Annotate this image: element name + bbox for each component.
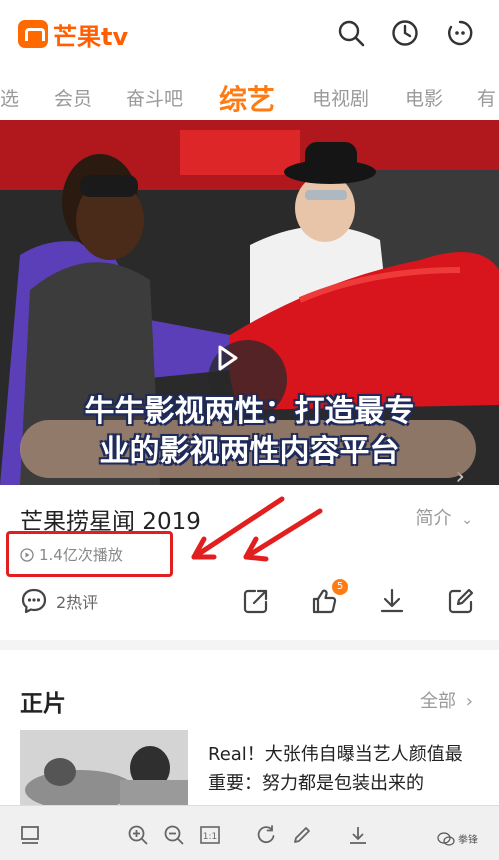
chevron-right-icon: › [465,691,473,712]
tab-tv-series[interactable]: 电视剧 [312,84,369,111]
chevron-down-icon: ⌄ [461,512,473,528]
section-divider [0,640,499,650]
tab-variety[interactable]: 综艺 [219,78,275,118]
show-info: 芒果捞星闻 2019 简介 ⌄ 1.4亿次播放 2热评 5 [0,485,499,640]
bottom-toolbar: 1:1 [0,805,499,860]
comment-count: 2热评 [56,593,99,612]
play-count: 1.4亿次播放 [20,544,123,565]
intro-label: 简介 [415,508,452,529]
layout-icon[interactable] [18,823,42,847]
overlay-title: 牛牛影视两性：打造最专 业的影视两性内容平台 [0,392,499,472]
zoom-in-icon[interactable] [126,823,150,847]
profile-icon[interactable] [445,18,475,48]
episode-thumbnail[interactable] [20,730,188,805]
comment-icon [21,588,47,614]
see-all-button[interactable]: 全部 › [420,687,473,713]
svg-text:1:1: 1:1 [203,832,217,842]
episode-title[interactable]: Real！大张伟自曝当艺人颜值最重要：努力都是包装出来的 [208,740,478,798]
zoom-out-icon[interactable] [162,823,186,847]
actual-size-icon[interactable]: 1:1 [198,823,222,847]
play-count-text: 1.4亿次播放 [39,546,123,564]
download-button[interactable] [378,587,406,615]
tab-member[interactable]: 会员 [54,84,92,111]
tab-movie[interactable]: 电影 [405,84,443,111]
red-arrows-annotation [191,496,323,562]
play-icon [218,345,238,371]
section-title: 正片 [20,691,66,717]
intro-button[interactable]: 简介 ⌄ [416,504,473,530]
play-count-icon [20,547,34,562]
download-icon[interactable] [346,823,370,847]
episodes-section: 正片 全部 › Real！大张伟自曝当艺人颜值最重要：努力都是包装出来的 [0,650,499,805]
tab-partial-right[interactable]: 有 [477,84,496,111]
search-icon[interactable] [336,18,366,48]
watermark: 拳锋 [437,831,478,846]
download-icon [380,588,404,613]
wechat-icon [437,831,455,846]
like-count-badge: 5 [332,579,348,595]
thumbnail-image [20,730,188,805]
top-bar: 芒果tv [0,0,499,70]
watermark-text: 拳锋 [458,835,478,846]
see-all-label: 全部 [420,691,457,712]
category-tabs: 选 会员 奋斗吧 综艺 电视剧 电影 有 [0,74,499,120]
history-icon[interactable] [390,18,420,48]
edit-icon [448,588,474,614]
rotate-icon[interactable] [254,823,278,847]
logo-text: 芒果tv [53,22,129,51]
app-logo[interactable]: 芒果tv [18,18,129,51]
share-icon [243,589,268,614]
tab-partial-left[interactable]: 选 [0,84,19,111]
edit-button[interactable] [447,587,475,615]
edit-icon[interactable] [290,823,314,847]
tab-fendouba[interactable]: 奋斗吧 [126,84,183,111]
logo-mark-icon [18,20,48,48]
share-button[interactable] [242,587,270,615]
overlay-title-line-2: 业的影视两性内容平台 [99,434,400,469]
comments-button[interactable]: 2热评 [20,587,98,615]
overlay-title-line-1: 牛牛影视两性：打造最专 [84,394,415,429]
